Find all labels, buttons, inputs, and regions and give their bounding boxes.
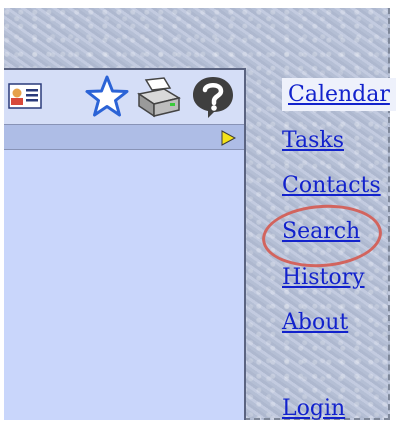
star-icon[interactable]: [84, 74, 130, 120]
nav-item-login[interactable]: Login: [282, 396, 345, 421]
address-card-icon[interactable]: [8, 82, 42, 110]
play-arrow-icon[interactable]: [220, 130, 237, 146]
toolbar: [4, 70, 244, 125]
nav-item-tasks[interactable]: Tasks: [282, 128, 344, 153]
help-icon[interactable]: [190, 74, 236, 120]
main-panel: [4, 68, 246, 420]
panel-header-bar: [4, 125, 244, 150]
nav-item-calendar[interactable]: Calendar: [282, 78, 396, 111]
printer-icon[interactable]: [136, 74, 182, 120]
nav-item-history[interactable]: History: [282, 265, 365, 290]
nav-item-contacts[interactable]: Contacts: [282, 173, 381, 198]
nav-item-about[interactable]: About: [282, 310, 348, 335]
